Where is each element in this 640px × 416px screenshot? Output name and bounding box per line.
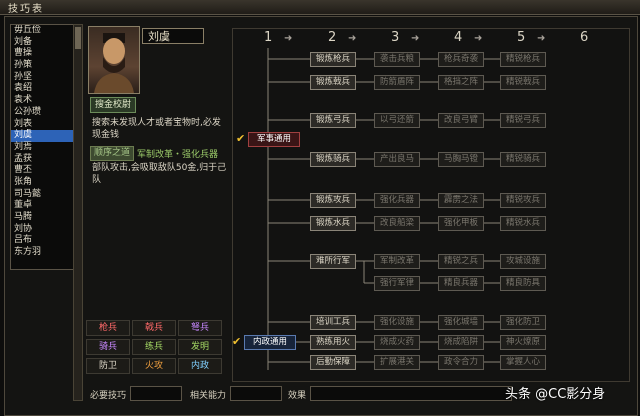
skill-node[interactable]: 神火燎原 [500, 335, 546, 350]
skill-node[interactable]: 强化甲板 [438, 216, 484, 231]
skill-node[interactable]: 霹雳之法 [438, 193, 484, 208]
column-number-3: 3 [391, 30, 400, 45]
skill-node[interactable]: 精锐攻兵 [500, 193, 546, 208]
skill-node[interactable]: 难所行军 [310, 254, 356, 269]
skill-node[interactable]: 枪兵奇袭 [438, 52, 484, 67]
column-number-6: 6 [580, 30, 589, 45]
column-arrow-icon: ➜ [411, 33, 420, 44]
checkmark-icon: ✔ [232, 335, 242, 348]
skill-node[interactable]: 精锐之兵 [438, 254, 484, 269]
skill-node[interactable]: 改良弓臂 [438, 113, 484, 128]
skill-node[interactable]: 熟练用火 [310, 335, 356, 350]
watermark: 头条 @CC影分身 [505, 387, 606, 402]
column-number-4: 4 [454, 30, 463, 45]
column-arrow-icon: ➜ [474, 33, 483, 44]
skill-node[interactable]: 攻城设施 [500, 254, 546, 269]
skill-node[interactable]: 培训工兵 [310, 315, 356, 330]
skill-node[interactable]: 格挡之阵 [438, 75, 484, 90]
skill-node[interactable]: 防箭盾阵 [374, 75, 420, 90]
skill-node[interactable]: 锻炼骑兵 [310, 152, 356, 167]
skill-node[interactable]: 精锐戟兵 [500, 75, 546, 90]
skill-node[interactable]: 强化防卫 [500, 315, 546, 330]
skill-node[interactable]: 精锐水兵 [500, 216, 546, 231]
skill-node[interactable]: 烧成陷阱 [438, 335, 484, 350]
skill-node[interactable]: 锻炼枪兵 [310, 52, 356, 67]
skill-node[interactable]: 烧成火药 [374, 335, 420, 350]
skill-node[interactable]: 强化兵器 [374, 193, 420, 208]
skill-node[interactable]: 锻炼攻兵 [310, 193, 356, 208]
skill-node[interactable]: 军制改革 [374, 254, 420, 269]
skill-node[interactable]: 以弓还箭 [374, 113, 420, 128]
skill-node[interactable]: 锻炼水兵 [310, 216, 356, 231]
skill-node[interactable]: 产出良马 [374, 152, 420, 167]
column-arrow-icon: ➜ [348, 33, 357, 44]
skill-node[interactable]: 强化城墙 [438, 315, 484, 330]
skill-node[interactable]: 掌握人心 [500, 355, 546, 370]
skill-node[interactable]: 政令合力 [438, 355, 484, 370]
skill-node[interactable]: 锻炼弓兵 [310, 113, 356, 128]
skill-node[interactable]: 后勤保障 [310, 355, 356, 370]
skill-node[interactable]: 锻炼戟兵 [310, 75, 356, 90]
skill-node[interactable]: 袭击兵粮 [374, 52, 420, 67]
skill-node[interactable]: 强行军律 [374, 276, 420, 291]
skill-node[interactable]: 精锐骑兵 [500, 152, 546, 167]
skill-node[interactable]: 扩展港关 [374, 355, 420, 370]
skill-node[interactable]: 强化设施 [374, 315, 420, 330]
column-number-1: 1 [264, 30, 273, 45]
column-arrow-icon: ➜ [537, 33, 546, 44]
checkmark-icon: ✔ [236, 132, 246, 145]
column-arrow-icon: ➜ [284, 33, 293, 44]
column-number-2: 2 [328, 30, 337, 45]
skill-node[interactable]: 精锐枪兵 [500, 52, 546, 67]
skill-node[interactable]: 精良防具 [500, 276, 546, 291]
skill-node[interactable]: 改良船梁 [374, 216, 420, 231]
skill-node[interactable]: 精锐弓兵 [500, 113, 546, 128]
skill-node[interactable]: 内政通用 [244, 335, 296, 350]
skill-node[interactable]: 马胸马镫 [438, 152, 484, 167]
column-number-5: 5 [517, 30, 526, 45]
skill-node[interactable]: 精良兵器 [438, 276, 484, 291]
skill-node[interactable]: 军事通用 [248, 132, 300, 147]
